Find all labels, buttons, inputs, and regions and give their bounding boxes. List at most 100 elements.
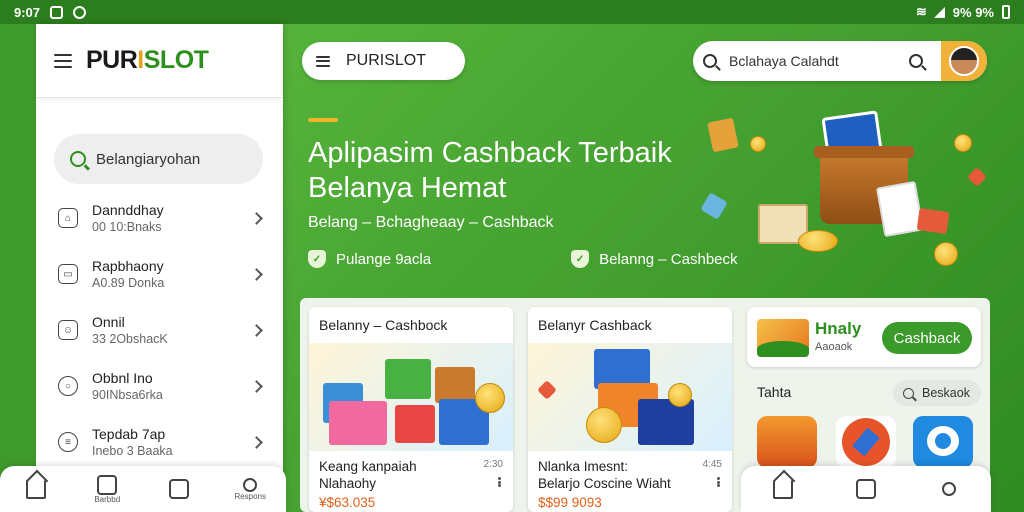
chevron-right-icon	[250, 267, 263, 281]
product-image	[309, 343, 513, 451]
search-icon	[70, 151, 86, 167]
document-icon	[855, 479, 876, 499]
product-card-header: Belanyr Cashback	[538, 317, 652, 333]
menu-icon[interactable]	[316, 55, 330, 67]
sidebar-item-label: Obbnl Ino	[92, 370, 153, 386]
product-card-header: Belanny – Cashbock	[319, 317, 448, 333]
chevron-right-icon	[250, 211, 263, 225]
brand-pill[interactable]: PURISLOT	[302, 42, 465, 80]
signal-icon: ◢	[934, 4, 945, 19]
product-name-2: Belarjo Coscine Wiaht	[538, 476, 671, 491]
app-icon-food[interactable]	[757, 416, 817, 468]
document-icon	[168, 479, 189, 499]
sidebar-item-sub: 90INbsa6rka	[92, 388, 163, 402]
tray-search-label: Beskaok	[922, 386, 970, 400]
search-icon	[903, 387, 914, 399]
chevron-right-icon	[250, 323, 263, 337]
sidebar-item-5[interactable]: ≡ Tepdab 7ap Inebo 3 Baaka	[36, 414, 283, 470]
sidebar-item-3[interactable]: ☺ Onnil 33 2ObshacK	[36, 302, 283, 358]
logo-part-1: PUR	[86, 46, 138, 74]
app-icon-compass[interactable]	[836, 416, 896, 468]
sync-icon	[73, 5, 87, 19]
brand-pill-label: PURISLOT	[346, 52, 427, 69]
logo-part-3: SLOT	[143, 46, 209, 74]
status-bar: 9:07 ≋ ◢ 9% 9%	[0, 0, 1024, 24]
product-meta: 4:45	[702, 459, 722, 470]
product-card-2[interactable]: Belanyr Cashback Nlanka Imesnt: Belarjo …	[528, 307, 732, 512]
sidebar-search-placeholder: Belangiaryohan	[96, 150, 201, 168]
chevron-right-icon	[250, 379, 263, 393]
hero-chip-1-label: Pulange 9acla	[336, 250, 432, 268]
sidebar: PURISLOT Belangiaryohan ⌂ Dannddhay 00 10…	[36, 24, 283, 474]
wifi-icon: ≋	[915, 4, 927, 19]
promo-card[interactable]: Hnaly Aaoaok Cashback	[747, 307, 981, 367]
nav-user[interactable]	[919, 466, 979, 512]
cashback-button[interactable]: Cashback	[882, 322, 972, 354]
promo-subtitle: Aaoaok	[815, 341, 853, 353]
search-input[interactable]: Bclahaya Calahdt	[693, 41, 987, 81]
nav-home[interactable]	[6, 466, 66, 512]
sidebar-item-label: Onnil	[92, 314, 125, 330]
product-name: Keang kanpaiah	[319, 459, 417, 474]
home-icon	[25, 479, 46, 499]
shield-icon: ✓	[571, 250, 590, 268]
battery-icon	[1002, 5, 1010, 19]
nav-list[interactable]: Barbbd	[77, 466, 137, 512]
sidebar-header: PURISLOT	[36, 24, 283, 98]
emoji-icon: ☺	[58, 320, 78, 340]
more-options-icon[interactable]	[717, 477, 720, 487]
sidebar-item-2[interactable]: ▭ Rapbhaony A0.89 Donka	[36, 246, 283, 302]
nav-user-label: Respons	[234, 491, 267, 501]
more-options-icon[interactable]	[498, 477, 501, 487]
list-icon	[97, 474, 118, 495]
search-submit-icon[interactable]	[909, 54, 923, 68]
home-icon: ⌂	[58, 208, 78, 228]
promo-image	[757, 319, 809, 357]
product-price: $$99 9093	[538, 495, 602, 510]
sidebar-item-sub: Inebo 3 Baaka	[92, 444, 173, 458]
product-card-1[interactable]: Belanny – Cashbock Keang kanpaiah Nlahao…	[309, 307, 513, 512]
app-icon-chat[interactable]	[913, 416, 973, 468]
hero-subtitle: Belang – Bchagheaay – Cashback	[308, 214, 554, 231]
user-icon	[942, 482, 957, 496]
tray-search[interactable]: Beskaok	[893, 380, 981, 406]
home-icon	[772, 479, 793, 499]
chevron-right-icon	[250, 435, 263, 449]
battery-text: 9% 9%	[952, 4, 994, 20]
product-image	[528, 343, 732, 451]
nav-list-label: Barbbd	[94, 494, 121, 504]
product-price: ¥$63.035	[319, 495, 376, 510]
hero-illustration	[700, 92, 1000, 282]
check-icon	[50, 5, 64, 19]
nav-home[interactable]	[753, 466, 813, 512]
search-icon: ○	[58, 376, 78, 396]
sidebar-item-4[interactable]: ○ Obbnl Ino 90INbsa6rka	[36, 358, 283, 414]
bottom-nav-left: Barbbd Respons	[0, 466, 286, 512]
sidebar-item-sub: A0.89 Donka	[92, 276, 165, 290]
sidebar-search[interactable]: Belangiaryohan	[54, 134, 263, 184]
product-name: Nlanka Imesnt:	[538, 459, 629, 474]
hero-accent-line	[308, 118, 338, 122]
avatar[interactable]	[941, 41, 987, 81]
hero-chip-1[interactable]: ✓ Pulange 9acla	[308, 250, 431, 268]
search-placeholder: Bclahaya Calahdt	[729, 53, 839, 69]
user-icon	[243, 477, 258, 492]
sidebar-item-1[interactable]: ⌂ Dannddhay 00 10:Bnaks	[36, 190, 283, 246]
nav-user[interactable]: Respons	[220, 466, 280, 512]
currency-icon: ≡	[58, 432, 78, 452]
calendar-icon: ▭	[58, 264, 78, 284]
hero-title: Aplipasim Cashback Terbaik Belanya Hemat	[308, 136, 672, 206]
menu-icon[interactable]	[54, 53, 72, 68]
nav-document[interactable]	[149, 466, 209, 512]
sidebar-menu: ⌂ Dannddhay 00 10:Bnaks ▭ Rapbhaony A0.89 …	[36, 190, 283, 470]
hero-title-line-1: Aplipasim Cashback Terbaik	[308, 137, 672, 169]
search-icon	[703, 54, 717, 68]
shield-icon: ✓	[308, 250, 326, 268]
product-name-2: Nlahaohy	[319, 476, 377, 491]
promo-title: Hnaly	[815, 319, 862, 338]
product-meta: 2:30	[483, 459, 503, 470]
app-logo[interactable]: PURISLOT	[86, 46, 209, 75]
nav-document[interactable]	[836, 466, 896, 512]
hero-title-line-2: Belanya Hemat	[308, 172, 507, 204]
sidebar-item-sub: 00 10:Bnaks	[92, 220, 162, 234]
